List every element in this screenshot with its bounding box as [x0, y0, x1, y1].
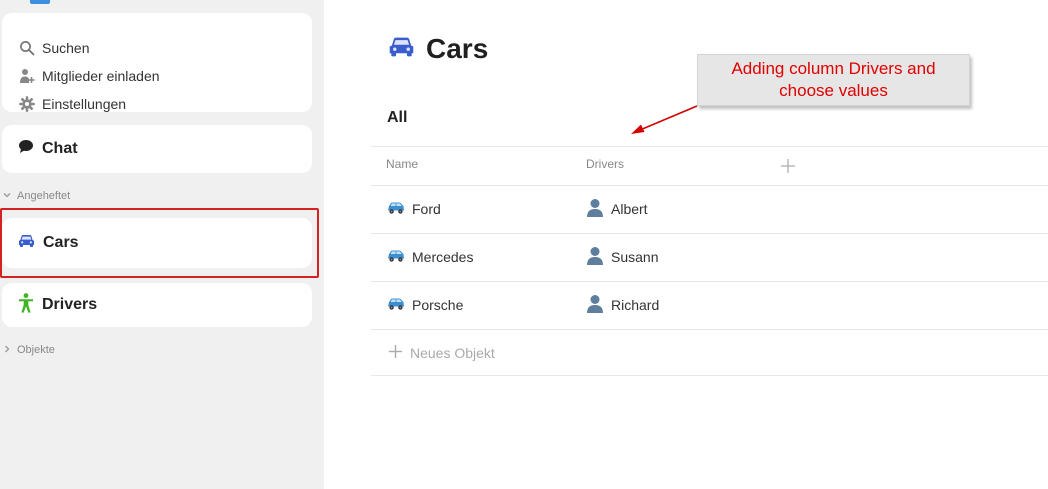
pinned-section-toggle[interactable]: Angeheftet — [3, 190, 70, 202]
row-name: Ford — [412, 201, 441, 217]
table-cell-name[interactable]: Ford — [387, 199, 441, 219]
workspace-icon[interactable] — [30, 0, 50, 4]
sidebar-item-chat[interactable]: Chat — [18, 125, 78, 173]
settings-label: Einstellungen — [42, 96, 127, 112]
chat-bubble-icon — [18, 139, 34, 159]
divider — [371, 146, 1048, 147]
drivers-label: Drivers — [42, 296, 98, 313]
invite-members-menu-item[interactable]: Mitglieder einladen — [18, 66, 160, 86]
sidebar-item-drivers[interactable]: Drivers — [18, 283, 97, 327]
search-menu-item[interactable]: Suchen — [18, 38, 89, 58]
row-driver: Albert — [611, 201, 648, 217]
highlight-box — [0, 208, 319, 278]
sidebar: Suchen Mitglieder einladen Einstellungen… — [0, 0, 324, 489]
divider — [371, 185, 1048, 186]
divider — [371, 281, 1048, 282]
gear-icon — [18, 96, 35, 113]
table-cell-driver[interactable]: Richard — [586, 295, 659, 315]
row-name: Porsche — [412, 297, 464, 313]
car-emoji-icon — [387, 201, 405, 218]
invite-members-icon — [18, 68, 35, 85]
objects-section-toggle[interactable]: Objekte — [3, 344, 55, 356]
add-column-button[interactable] — [780, 158, 796, 174]
annotation-line-2: choose values — [779, 81, 888, 100]
table-cell-name[interactable]: Mercedes — [387, 247, 473, 267]
drivers-card[interactable]: Drivers — [2, 283, 312, 327]
table-cell-driver[interactable]: Albert — [586, 199, 648, 219]
search-label: Suchen — [42, 40, 90, 56]
car-emoji-icon — [387, 297, 405, 314]
column-header-name[interactable]: Name — [386, 157, 418, 171]
table-cell-name[interactable]: Porsche — [387, 295, 463, 315]
pinned-section-label: Angeheftet — [17, 190, 71, 202]
plus-icon — [388, 344, 403, 362]
annotation-callout: Adding column Drivers and choose values — [697, 54, 970, 106]
row-driver: Susann — [611, 249, 659, 265]
search-icon — [18, 40, 35, 57]
row-driver: Richard — [611, 297, 660, 313]
accessibility-person-icon — [18, 292, 34, 318]
person-silhouette-icon — [586, 246, 604, 268]
new-object-button[interactable]: Neues Objekt — [388, 343, 495, 363]
sidebar-menu-card: Suchen Mitglieder einladen Einstellungen — [2, 13, 312, 112]
annotation-arrow — [631, 105, 698, 134]
chevron-right-icon — [3, 344, 11, 356]
annotation-line-1: Adding column Drivers and — [731, 59, 936, 78]
new-object-label: Neues Objekt — [410, 345, 495, 361]
divider — [371, 375, 1048, 376]
objects-section-label: Objekte — [17, 344, 55, 356]
table-cell-driver[interactable]: Susann — [586, 247, 658, 267]
divider — [371, 233, 1048, 234]
page-header: Cars — [388, 33, 488, 65]
chat-card[interactable]: Chat — [2, 125, 312, 173]
page-title: Cars — [426, 33, 489, 64]
row-name: Mercedes — [412, 249, 474, 265]
person-silhouette-icon — [586, 198, 604, 220]
car-icon — [388, 33, 415, 65]
view-tab-all[interactable]: All — [387, 109, 407, 127]
chevron-down-icon — [3, 190, 11, 202]
person-silhouette-icon — [586, 294, 604, 316]
divider — [371, 329, 1048, 330]
car-emoji-icon — [387, 249, 405, 266]
chat-label: Chat — [42, 140, 78, 157]
settings-menu-item[interactable]: Einstellungen — [18, 94, 126, 114]
invite-members-label: Mitglieder einladen — [42, 68, 160, 84]
column-header-drivers[interactable]: Drivers — [586, 157, 624, 171]
